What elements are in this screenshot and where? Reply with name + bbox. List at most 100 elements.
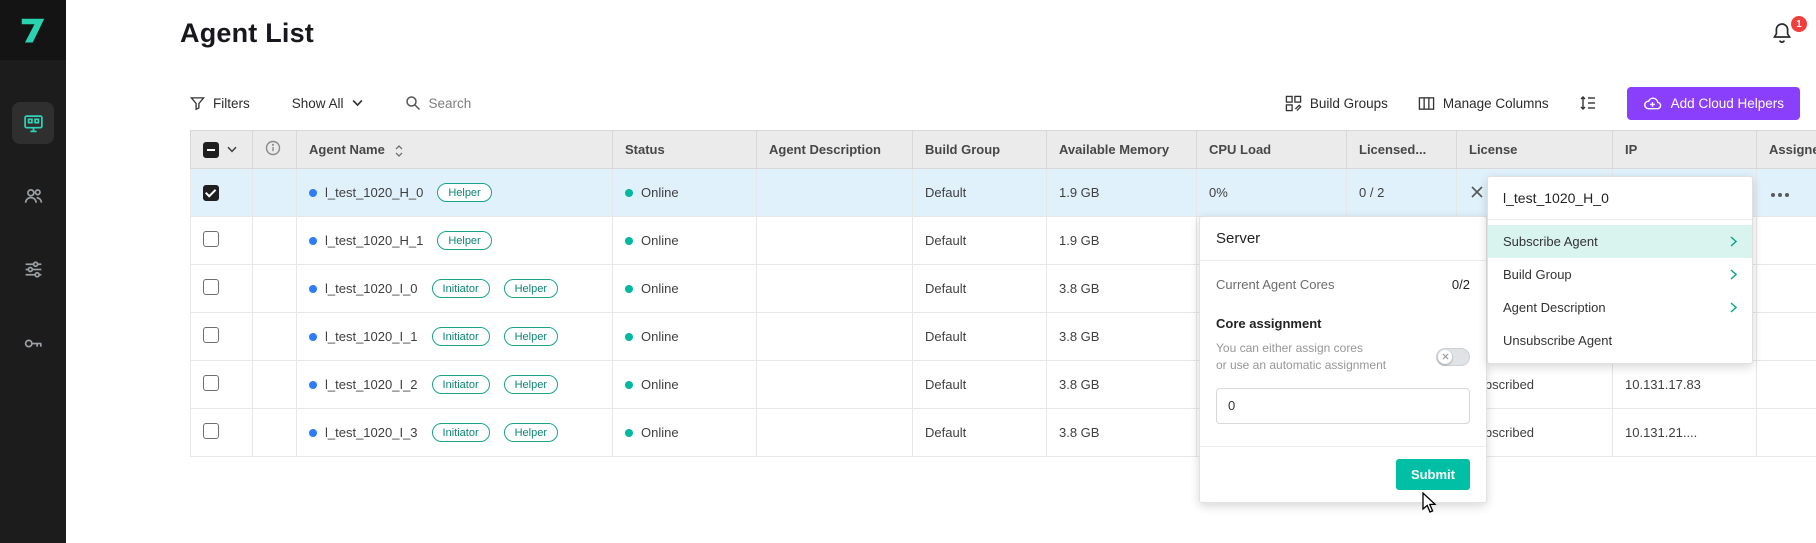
sidebar-item-agents[interactable] bbox=[12, 102, 54, 144]
add-cloud-helpers-button[interactable]: Add Cloud Helpers bbox=[1627, 87, 1800, 120]
build-groups-icon bbox=[1285, 95, 1302, 112]
menu-item-unsubscribe-agent[interactable]: Unsubscribe Agent bbox=[1488, 324, 1752, 357]
badge-helper: Helper bbox=[504, 279, 558, 298]
cell-alerts bbox=[253, 361, 297, 409]
cloud-plus-icon bbox=[1643, 96, 1662, 111]
sidebar bbox=[0, 0, 66, 543]
row-checkbox[interactable] bbox=[203, 423, 219, 439]
cell-alerts bbox=[253, 265, 297, 313]
filters-button[interactable]: Filters bbox=[190, 96, 250, 111]
header-license: License bbox=[1457, 131, 1613, 169]
current-agent-cores-value: 0/2 bbox=[1452, 277, 1470, 292]
agent-name: l_test_1020_H_0 bbox=[325, 185, 423, 200]
cell-alerts bbox=[253, 169, 297, 217]
manage-columns-button[interactable]: Manage Columns bbox=[1418, 95, 1549, 112]
cell-ip: 10.131.21.... bbox=[1613, 409, 1757, 457]
row-checkbox[interactable] bbox=[203, 279, 219, 295]
app-logo[interactable] bbox=[0, 0, 66, 60]
cell-build-group: Default bbox=[913, 169, 1047, 217]
header-select-all bbox=[191, 131, 253, 169]
select-all-checkbox[interactable] bbox=[203, 142, 219, 158]
search-input[interactable] bbox=[429, 96, 539, 111]
cell-memory: 3.8 GB bbox=[1047, 265, 1197, 313]
cell-build-group: Default bbox=[913, 217, 1047, 265]
filter-icon bbox=[190, 96, 205, 111]
toolbar: Filters Show All Build Groups bbox=[190, 84, 1800, 122]
sidebar-item-settings[interactable] bbox=[12, 248, 54, 290]
sidebar-item-users[interactable] bbox=[12, 175, 54, 217]
row-checkbox[interactable] bbox=[203, 327, 219, 343]
menu-item-agent-description[interactable]: Agent Description bbox=[1488, 291, 1752, 324]
table-row[interactable]: l_test_1020_I_2 Initiator Helper Online … bbox=[191, 361, 1816, 409]
cell-alerts bbox=[253, 217, 297, 265]
badge-initiator: Initiator bbox=[432, 423, 490, 442]
row-checkbox[interactable] bbox=[203, 185, 219, 201]
sort-icon[interactable] bbox=[395, 145, 403, 157]
page-title: Agent List bbox=[180, 18, 314, 49]
submit-button[interactable]: Submit bbox=[1396, 459, 1470, 490]
badge-helper: Helper bbox=[437, 183, 491, 202]
sidebar-item-licenses[interactable] bbox=[12, 321, 54, 363]
notifications-button[interactable]: 1 bbox=[1770, 20, 1804, 54]
agent-context-menu: l_test_1020_H_0 Subscribe Agent Build Gr… bbox=[1487, 176, 1753, 364]
show-all-label: Show All bbox=[292, 96, 344, 111]
toggle-knob-icon bbox=[1438, 350, 1452, 364]
status-text: Online bbox=[641, 377, 679, 392]
agent-dot-icon bbox=[309, 429, 317, 437]
agent-name: l_test_1020_I_0 bbox=[325, 281, 418, 296]
table-row[interactable]: l_test_1020_I_3 Initiator Helper Online … bbox=[191, 409, 1816, 457]
sidebar-nav bbox=[0, 102, 66, 363]
header-status: Status bbox=[613, 131, 757, 169]
cores-input[interactable] bbox=[1216, 388, 1470, 424]
header-ip: IP bbox=[1613, 131, 1757, 169]
agent-name: l_test_1020_H_1 bbox=[325, 233, 423, 248]
menu-item-build-group[interactable]: Build Group bbox=[1488, 258, 1752, 291]
header-assigned: Assigned... bbox=[1757, 131, 1816, 169]
row-actions-icon[interactable] bbox=[1769, 189, 1791, 201]
cell-memory: 3.8 GB bbox=[1047, 313, 1197, 361]
users-icon bbox=[23, 186, 44, 207]
cell-memory: 1.9 GB bbox=[1047, 217, 1197, 265]
header-available-memory: Available Memory bbox=[1047, 131, 1197, 169]
agent-dot-icon bbox=[309, 333, 317, 341]
header-alerts bbox=[253, 131, 297, 169]
info-icon bbox=[265, 140, 281, 156]
server-core-popover: Server Current Agent Cores 0/2 Core assi… bbox=[1199, 216, 1487, 503]
row-density-button[interactable] bbox=[1579, 94, 1597, 112]
automatic-assignment-toggle[interactable] bbox=[1436, 348, 1470, 366]
header-build-group: Build Group bbox=[913, 131, 1047, 169]
cell-alerts bbox=[253, 409, 297, 457]
close-icon[interactable] bbox=[1469, 184, 1485, 200]
chevron-right-icon bbox=[1730, 302, 1737, 313]
agent-name: l_test_1020_I_3 bbox=[325, 425, 418, 440]
badge-helper: Helper bbox=[504, 423, 558, 442]
cell-description bbox=[757, 217, 913, 265]
row-checkbox[interactable] bbox=[203, 375, 219, 391]
key-icon bbox=[23, 332, 44, 353]
brand-logo-icon bbox=[18, 15, 48, 45]
cell-licensed: 0 / 2 bbox=[1347, 169, 1457, 217]
header-agent-name[interactable]: Agent Name bbox=[297, 131, 613, 169]
sliders-icon bbox=[23, 259, 44, 280]
agent-dot-icon bbox=[309, 189, 317, 197]
agents-icon bbox=[23, 113, 44, 134]
table-header-row: Agent Name Status Agent Description Buil… bbox=[191, 131, 1816, 169]
selection-menu-chevron-icon[interactable] bbox=[227, 146, 237, 153]
cell-assigned bbox=[1757, 409, 1816, 457]
cell-alerts bbox=[253, 313, 297, 361]
cell-description bbox=[757, 169, 913, 217]
manage-columns-icon bbox=[1418, 95, 1435, 112]
row-checkbox[interactable] bbox=[203, 231, 219, 247]
cell-build-group: Default bbox=[913, 313, 1047, 361]
chevron-down-icon bbox=[352, 99, 363, 107]
agent-list-page: Agent List 1 Filters Show All bbox=[0, 0, 1816, 543]
cell-cpu: 0% bbox=[1197, 169, 1347, 217]
build-groups-button[interactable]: Build Groups bbox=[1285, 95, 1388, 112]
menu-item-subscribe-agent[interactable]: Subscribe Agent bbox=[1488, 225, 1752, 258]
cell-description bbox=[757, 409, 913, 457]
badge-initiator: Initiator bbox=[432, 279, 490, 298]
show-all-dropdown[interactable]: Show All bbox=[292, 96, 363, 111]
status-dot-icon bbox=[625, 381, 633, 389]
manage-columns-label: Manage Columns bbox=[1443, 96, 1549, 111]
agent-dot-icon bbox=[309, 381, 317, 389]
